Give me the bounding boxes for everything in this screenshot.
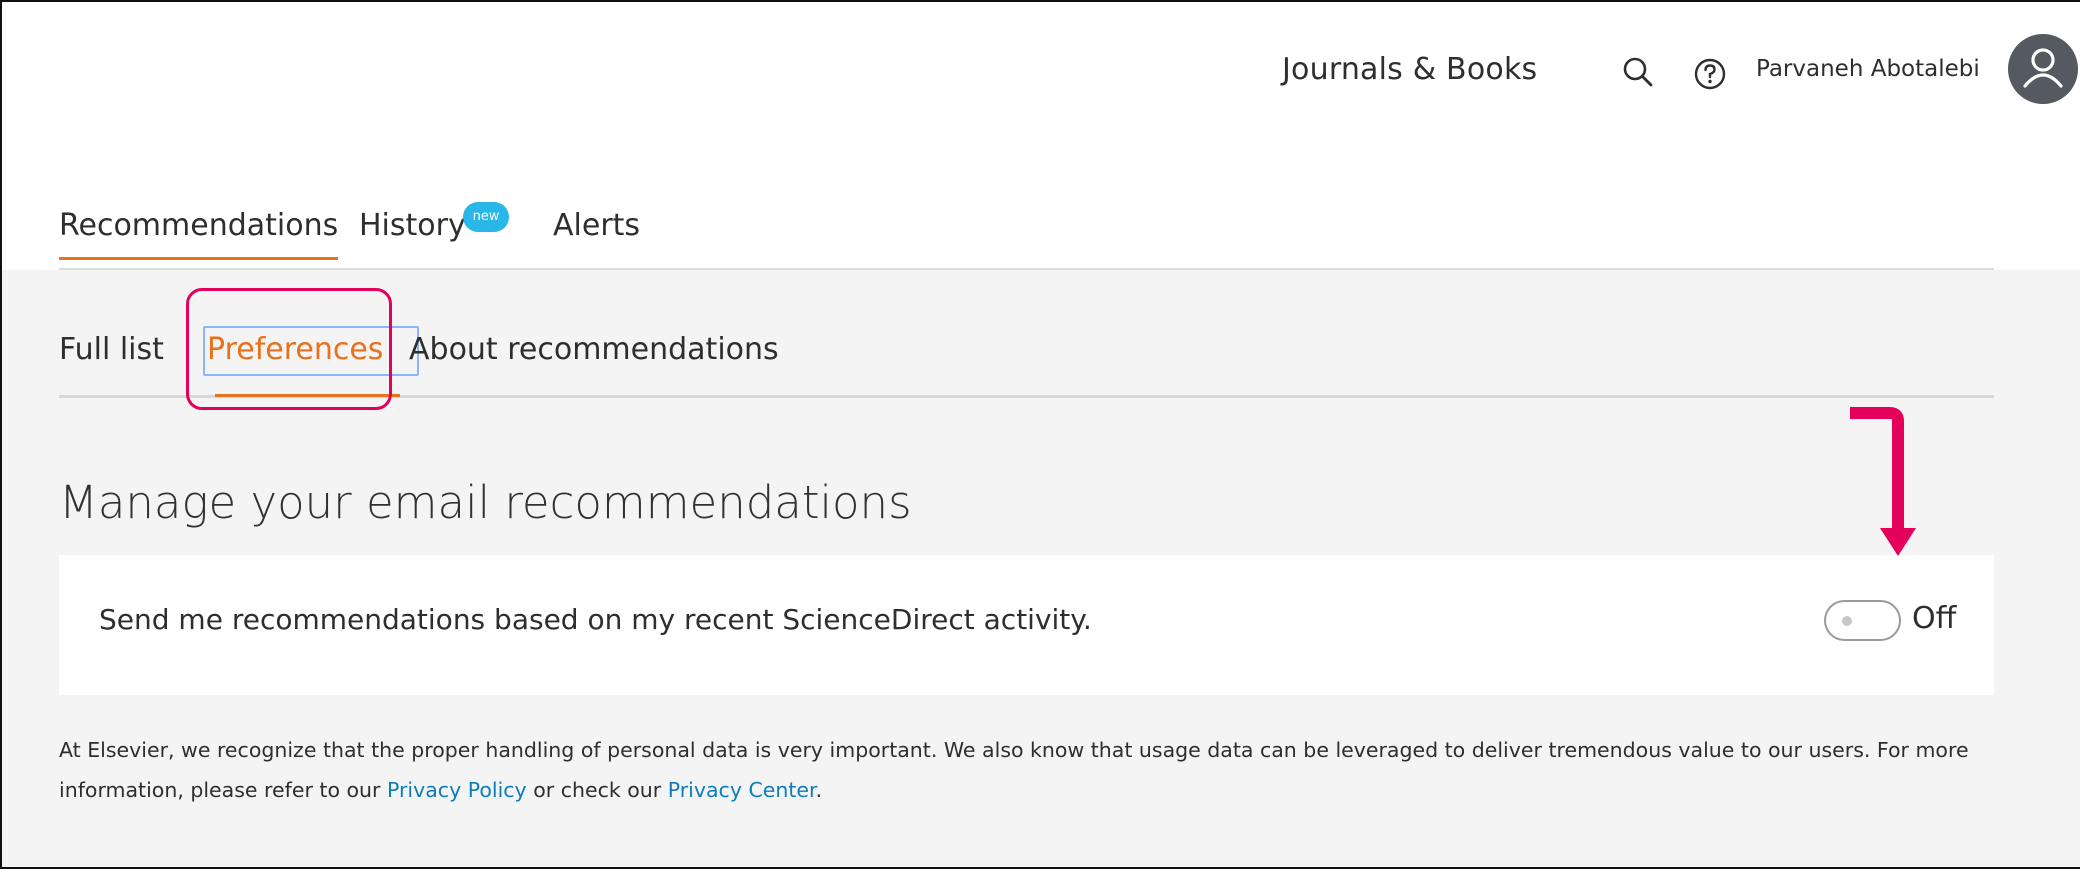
tab-history[interactable]: History [359,208,466,243]
section-title: Manage your email recommendations [59,476,912,529]
tab-recommendations[interactable]: Recommendations [59,208,339,260]
browser-frame: Journals & Books Parvaneh Abotalebi Reco… [0,0,2080,869]
help-icon[interactable] [1692,56,1728,92]
privacy-notice-text-middle: or check our [526,778,668,802]
preferences-annotation-box [186,288,392,410]
main-tabs: Recommendations History new Alerts [59,202,1994,270]
toggle-state-label: Off [1912,601,1957,636]
subtab-about-recommendations[interactable]: About recommendations [409,332,779,367]
user-avatar-icon[interactable] [2008,34,2078,104]
tab-alerts[interactable]: Alerts [553,208,640,243]
user-name[interactable]: Parvaneh Abotalebi [1756,56,1980,82]
journals-books-link[interactable]: Journals & Books [1282,52,1537,87]
new-badge: new [463,202,509,232]
privacy-notice: At Elsevier, we recognize that the prope… [59,730,1994,810]
toggle-knob [1842,616,1852,626]
privacy-notice-text: At Elsevier, we recognize that the prope… [59,738,1969,802]
privacy-policy-link[interactable]: Privacy Policy [387,778,527,802]
privacy-notice-text-end: . [815,778,823,802]
preference-description: Send me recommendations based on my rece… [99,603,1092,636]
subtab-full-list[interactable]: Full list [59,332,164,367]
recommendation-toggle[interactable] [1824,600,1901,641]
annotation-arrow-icon [1850,407,1916,556]
email-preference-card: Send me recommendations based on my rece… [59,555,1994,695]
privacy-center-link[interactable]: Privacy Center [668,778,816,802]
site-header: Journals & Books Parvaneh Abotalebi Reco… [2,2,2080,270]
search-icon[interactable] [1620,54,1656,90]
